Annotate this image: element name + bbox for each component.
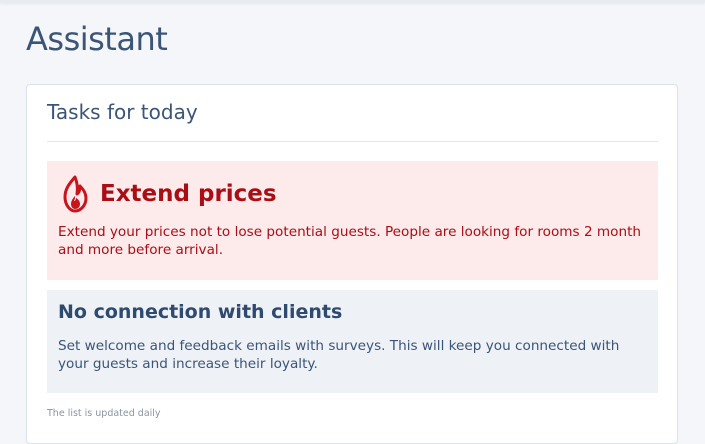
task-header: Extend prices <box>58 174 277 214</box>
task-header: No connection with clients <box>58 301 342 323</box>
task-title: Extend prices <box>100 181 277 207</box>
card-divider <box>47 141 658 142</box>
task-description: Set welcome and feedback emails with sur… <box>58 338 620 372</box>
task-description: Extend your prices not to lose potential… <box>58 224 642 258</box>
top-bar <box>0 0 705 3</box>
flame-icon <box>58 174 92 214</box>
task-no-connection[interactable]: No connection with clients Set welcome a… <box>47 290 658 393</box>
task-extend-prices[interactable]: Extend prices Extend your prices not to … <box>47 161 658 280</box>
update-note: The list is updated daily <box>47 408 161 419</box>
task-title: No connection with clients <box>58 301 343 323</box>
page-title: Assistant <box>26 20 168 58</box>
tasks-card: Tasks for today Extend prices Extend you… <box>26 84 678 444</box>
card-title: Tasks for today <box>47 100 198 124</box>
